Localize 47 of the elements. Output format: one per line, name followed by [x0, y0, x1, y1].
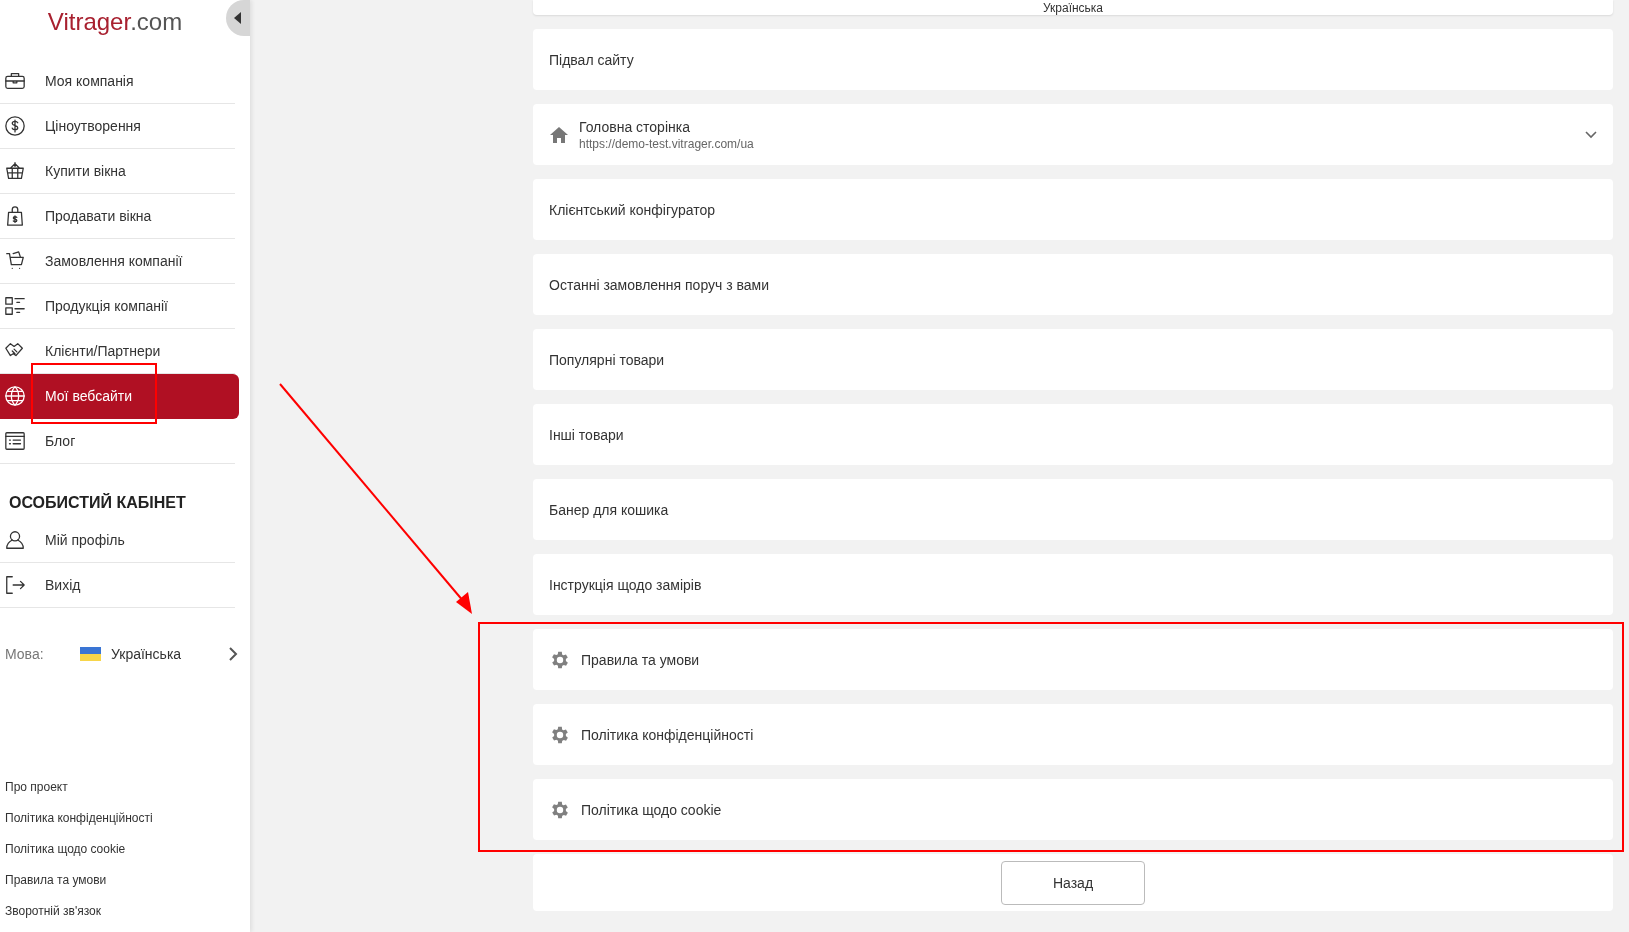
- sidebar-item[interactable]: Моя компанія: [0, 59, 235, 104]
- footer-link[interactable]: Зворотній зв'язок: [5, 904, 102, 918]
- globe-icon: [4, 385, 26, 407]
- footer-link[interactable]: Правила та умови: [5, 873, 107, 887]
- sidebar-item[interactable]: Ціноутворення: [0, 104, 235, 149]
- footer-link[interactable]: Про проект: [5, 780, 68, 794]
- article-icon: [4, 430, 26, 452]
- back-button[interactable]: Назад: [1001, 860, 1145, 905]
- section-card[interactable]: Підвал сайту: [533, 29, 1613, 90]
- sidebar-item[interactable]: Продукція компанії: [0, 284, 235, 329]
- section-card[interactable]: Інструкція щодо замірів: [533, 554, 1613, 615]
- footer-link[interactable]: Політика конфіденційності: [5, 811, 153, 825]
- section-card[interactable]: Банер для кошика: [533, 479, 1613, 540]
- flag-icon: [80, 647, 101, 661]
- sidebar-item[interactable]: Вихід: [0, 563, 235, 608]
- briefcase-icon: [4, 70, 26, 92]
- language-selector[interactable]: Мова: Українська: [5, 646, 238, 662]
- section-card[interactable]: Політика конфіденційності: [533, 704, 1613, 765]
- list-icon: [4, 295, 26, 317]
- section-card[interactable]: Популярні товари: [533, 329, 1613, 390]
- bag-icon: [4, 205, 26, 227]
- sidebar-item[interactable]: Мої вебсайти: [0, 374, 239, 419]
- logo[interactable]: Vitrager.com: [47, 7, 183, 36]
- chevron-icon: [228, 646, 238, 662]
- dollar-icon: [4, 115, 26, 137]
- footer-link[interactable]: Політика щодо cookie: [5, 842, 126, 856]
- section-card[interactable]: Останні замовлення поруч з вами: [533, 254, 1613, 315]
- language-card[interactable]: Українська: [533, 0, 1613, 15]
- home-icon: [549, 125, 569, 144]
- basket-icon: [4, 160, 26, 182]
- section-card[interactable]: Політика щодо cookie: [533, 779, 1613, 840]
- section-card[interactable]: Клієнтський конфігуратор: [533, 179, 1613, 240]
- collapse-button[interactable]: [226, 0, 250, 36]
- cart-icon: [4, 250, 26, 272]
- section-title: ОСОБИСТИЙ КАБІНЕТ: [9, 494, 187, 512]
- sidebar-item[interactable]: Замовлення компанії: [0, 239, 235, 284]
- chevron-down-icon: [1585, 130, 1597, 139]
- user-icon: [4, 529, 26, 551]
- sidebar-item[interactable]: Купити вікна: [0, 149, 235, 194]
- sidebar-item[interactable]: Блог: [0, 419, 235, 464]
- caret-icon: [234, 12, 242, 24]
- sidebar-item[interactable]: Мій профіль: [0, 518, 235, 563]
- section-card[interactable]: Правила та умови: [533, 629, 1613, 690]
- section-card[interactable]: Головна сторінка https://demo-test.vitrager.com/ua: [533, 104, 1613, 165]
- sidebar-item[interactable]: Продавати вікна: [0, 194, 235, 239]
- exit-icon: [4, 574, 26, 596]
- section-card[interactable]: Інші товари: [533, 404, 1613, 465]
